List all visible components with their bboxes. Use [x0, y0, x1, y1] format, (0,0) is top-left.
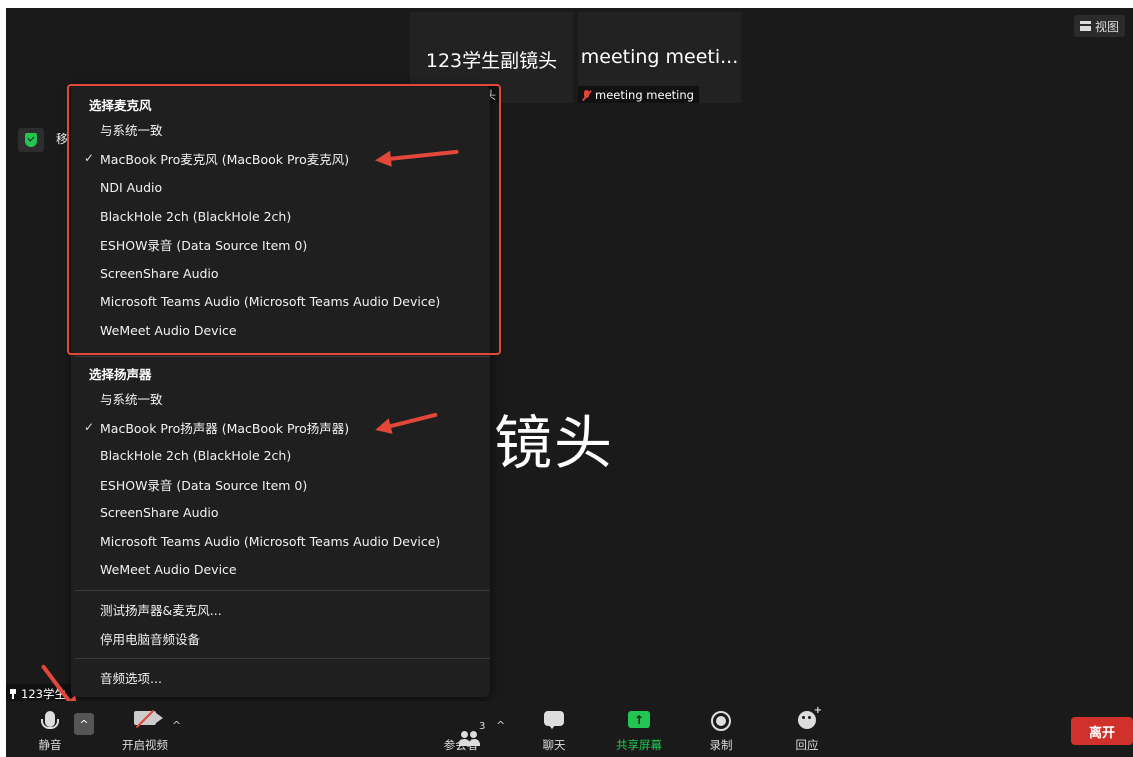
thumbnail-video[interactable]: meeting meeti... meeting meeting [578, 12, 741, 103]
speaker-option[interactable]: BlackHole 2ch (BlackHole 2ch) [71, 442, 490, 468]
participants-icon [459, 731, 483, 747]
mic-option[interactable]: ScreenShare Audio [71, 260, 490, 286]
thumbnail-name: 123学生副镜头 [425, 50, 558, 72]
thumbnail-tag-text: meeting meeting [595, 88, 694, 102]
participant-count: 3 [479, 721, 486, 732]
test-speaker-mic-label: 测试扬声器&麦克风... [100, 602, 222, 618]
speaker-option-label: ScreenShare Audio [100, 504, 219, 520]
mic-option-label: BlackHole 2ch (BlackHole 2ch) [100, 208, 292, 224]
audio-options-item[interactable]: 音频选项... [71, 664, 490, 690]
speaker-section-title: 选择扬声器 [89, 367, 152, 382]
shield-icon [25, 133, 37, 147]
mic-option-label: Microsoft Teams Audio (Microsoft Teams A… [100, 293, 441, 309]
security-button[interactable] [18, 128, 44, 152]
speaker-option-label: BlackHole 2ch (BlackHole 2ch) [100, 447, 292, 463]
reactions-button[interactable]: 回应 [787, 701, 827, 757]
pinned-participant-name: 123学生 [21, 686, 66, 701]
chat-label: 聊天 [542, 738, 566, 752]
start-video-button[interactable]: 开启视频 [114, 701, 176, 757]
video-options-caret-button[interactable]: ^ [172, 719, 181, 732]
mic-option-selected[interactable]: ✓ MacBook Pro麦克风 (MacBook Pro麦克风) [71, 145, 490, 171]
view-button[interactable]: 视图 [1073, 15, 1125, 37]
participants-caret-button[interactable]: ^ [496, 719, 505, 732]
menu-divider [75, 356, 490, 357]
speaker-option-label: ESHOW录音 (Data Source Item 0) [100, 477, 308, 493]
disable-computer-audio-item[interactable]: 停用电脑音频设备 [71, 625, 490, 651]
microphone-icon [41, 711, 59, 729]
mic-option-label: MacBook Pro麦克风 (MacBook Pro麦克风) [100, 151, 350, 167]
mic-muted-icon [582, 89, 591, 101]
chat-bubble-icon [544, 711, 564, 729]
mic-option[interactable]: WeMeet Audio Device [71, 317, 490, 343]
checkmark-icon: ✓ [84, 420, 95, 434]
mute-label: 静音 [38, 738, 62, 752]
start-video-label: 开启视频 [122, 738, 168, 752]
thumbnail-name: meeting meeti... [580, 46, 739, 68]
speaker-option[interactable]: WeMeet Audio Device [71, 556, 490, 582]
mic-option-label: WeMeet Audio Device [100, 322, 237, 338]
speaker-option[interactable]: 与系统一致 [71, 385, 490, 411]
thumbnail-tag: meeting meeting [578, 86, 699, 103]
mic-option-label: ScreenShare Audio [100, 265, 219, 281]
mute-button[interactable]: 静音 [20, 701, 80, 757]
mic-option[interactable]: ESHOW录音 (Data Source Item 0) [71, 231, 490, 257]
share-arrow-icon: ↑ [628, 711, 650, 728]
speaker-option[interactable]: Microsoft Teams Audio (Microsoft Teams A… [71, 528, 490, 554]
share-screen-button[interactable]: ↑ 共享屏幕 [608, 701, 670, 757]
speaker-option[interactable]: ScreenShare Audio [71, 499, 490, 525]
mic-option[interactable]: Microsoft Teams Audio (Microsoft Teams A… [71, 288, 490, 314]
audio-options-caret-button[interactable]: ^ [74, 713, 94, 735]
speaker-option-selected[interactable]: ✓ MacBook Pro扬声器 (MacBook Pro扬声器) [71, 414, 490, 440]
share-screen-label: 共享屏幕 [616, 738, 662, 752]
meeting-window: 123学生副镜头 头 meeting meeti... meeting meet… [6, 8, 1133, 757]
menu-divider [75, 658, 490, 659]
speaker-option-label: MacBook Pro扬声器 (MacBook Pro扬声器) [100, 420, 350, 436]
pinned-participant-label: 123学生 [6, 684, 72, 702]
record-label: 录制 [709, 738, 733, 752]
speaker-option-label: 与系统一致 [100, 391, 163, 407]
reactions-label: 回应 [795, 738, 819, 752]
mic-option-label: ESHOW录音 (Data Source Item 0) [100, 237, 308, 253]
mic-option[interactable]: 与系统一致 [71, 116, 490, 142]
chat-button[interactable]: 聊天 [534, 701, 574, 757]
speaker-option-label: Microsoft Teams Audio (Microsoft Teams A… [100, 533, 441, 549]
pin-icon [9, 688, 17, 699]
test-speaker-mic-item[interactable]: 测试扬声器&麦克风... [71, 596, 490, 622]
speaker-option[interactable]: ESHOW录音 (Data Source Item 0) [71, 471, 490, 497]
speaker-option-label: WeMeet Audio Device [100, 561, 237, 577]
disable-computer-audio-label: 停用电脑音频设备 [100, 631, 201, 647]
mic-option[interactable]: NDI Audio [71, 174, 490, 200]
record-icon [711, 711, 731, 731]
grid-view-icon [1079, 21, 1091, 31]
mic-option-label: 与系统一致 [100, 122, 163, 138]
checkmark-icon: ✓ [84, 151, 95, 165]
meeting-info-label: 移 [56, 132, 69, 146]
view-button-label: 视图 [1094, 19, 1119, 34]
participants-button[interactable]: 参会者 [439, 701, 483, 757]
mic-option-label: NDI Audio [100, 179, 163, 195]
emoji-icon [798, 705, 822, 729]
menu-divider [75, 590, 490, 591]
leave-button[interactable]: 离开 [1071, 717, 1133, 745]
audio-options-label: 音频选项... [100, 670, 162, 686]
meeting-toolbar: 静音 ^ 开启视频 ^ 参会者 3 ^ 聊天 ↑ 共享屏幕 录制 回 [6, 701, 1133, 757]
audio-device-menu: 选择麦克风 与系统一致 ✓ MacBook Pro麦克风 (MacBook Pro… [71, 85, 490, 697]
record-button[interactable]: 录制 [701, 701, 741, 757]
mic-option[interactable]: BlackHole 2ch (BlackHole 2ch) [71, 203, 490, 229]
microphone-section-title: 选择麦克风 [89, 98, 152, 113]
